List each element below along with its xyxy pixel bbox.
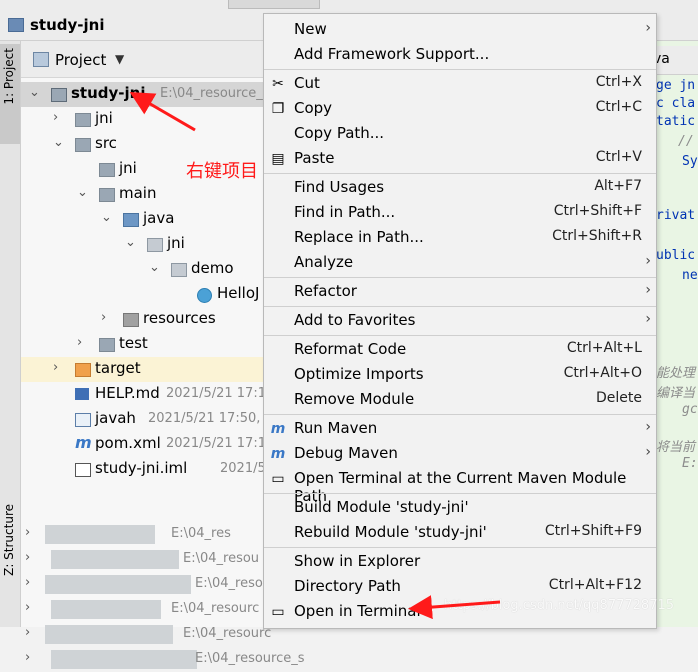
arrow-to-open-in-terminal (408, 595, 501, 620)
tree-item-meta: E:\04_resource_s (195, 651, 305, 666)
blurred-name (45, 625, 173, 644)
annotation-arrows (129, 91, 501, 620)
chevron-right-icon[interactable]: › (25, 650, 30, 665)
blurred-name (51, 650, 197, 669)
arrow-to-project (129, 91, 196, 132)
chevron-right-icon[interactable]: › (25, 625, 30, 640)
tree-item-blurred[interactable]: › E:\04_resource_s (21, 647, 305, 672)
tree-item-meta: E:\04_resourc (183, 626, 272, 641)
